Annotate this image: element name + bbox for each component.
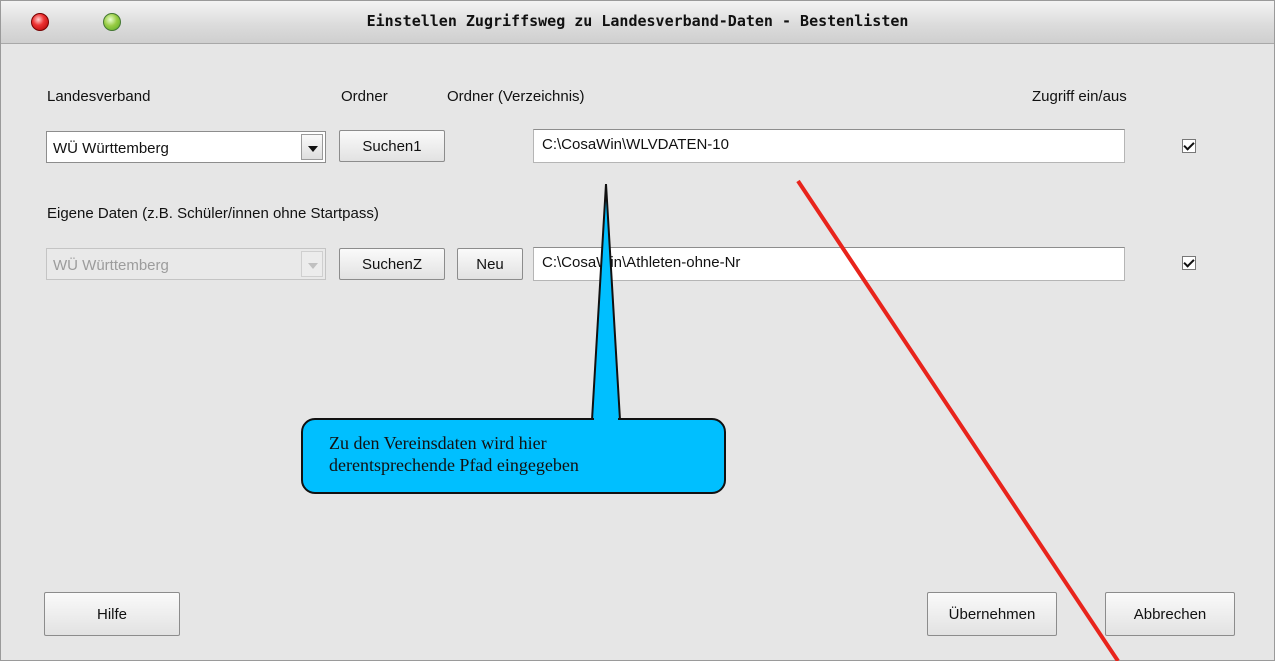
callout-seam — [594, 417, 618, 421]
callout-pointer — [590, 183, 622, 421]
callout-line-1: Zu den Vereinsdaten wird hier — [329, 433, 547, 453]
callout-box: Zu den Vereinsdaten wird hier derentspre… — [301, 418, 726, 494]
red-annotation-line — [796, 179, 1120, 661]
callout-text: Zu den Vereinsdaten wird hier derentspre… — [329, 432, 579, 476]
annotation-overlay — [590, 179, 1120, 661]
callout-line-2: derentsprechende Pfad eingegeben — [329, 455, 579, 475]
